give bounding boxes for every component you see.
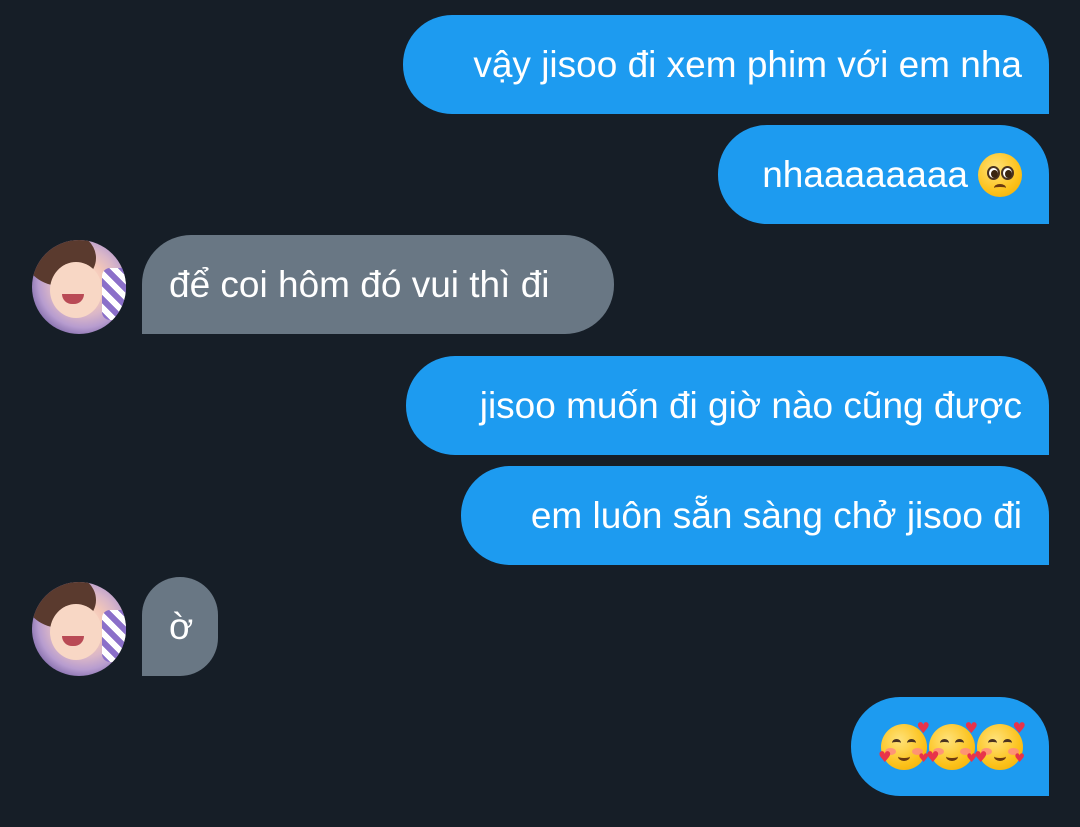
smiling-face-with-hearts-icon: ♥ ♥ ♥: [926, 720, 978, 770]
smiling-face-with-hearts-icon: ♥ ♥ ♥: [974, 720, 1026, 770]
incoming-message[interactable]: ờ: [142, 577, 218, 676]
incoming-message[interactable]: để coi hôm đó vui thì đi: [142, 235, 614, 334]
outgoing-message[interactable]: ♥ ♥ ♥ ♥ ♥ ♥ ♥ ♥ ♥: [851, 697, 1049, 796]
contact-avatar[interactable]: [32, 240, 126, 334]
contact-avatar[interactable]: [32, 582, 126, 676]
message-text: nhaaaaaaaa: [762, 154, 968, 195]
pleading-face-icon: [978, 152, 1022, 197]
outgoing-message[interactable]: nhaaaaaaaa: [718, 125, 1049, 224]
message-text: em luôn sẵn sàng chở jisoo đi: [530, 495, 1022, 536]
smiling-face-with-hearts-icon: ♥ ♥ ♥: [878, 720, 930, 770]
outgoing-message[interactable]: jisoo muốn đi giờ nào cũng được: [406, 356, 1049, 455]
chat-thread: vậy jisoo đi xem phim với em nha nhaaaaa…: [0, 0, 1080, 827]
message-text: jisoo muốn đi giờ nào cũng được: [479, 385, 1022, 426]
message-text: để coi hôm đó vui thì đi: [169, 264, 550, 305]
outgoing-message[interactable]: vậy jisoo đi xem phim với em nha: [403, 15, 1049, 114]
outgoing-message[interactable]: em luôn sẵn sàng chở jisoo đi: [461, 466, 1049, 565]
message-text: ờ: [169, 606, 194, 647]
message-text: vậy jisoo đi xem phim với em nha: [473, 44, 1022, 85]
